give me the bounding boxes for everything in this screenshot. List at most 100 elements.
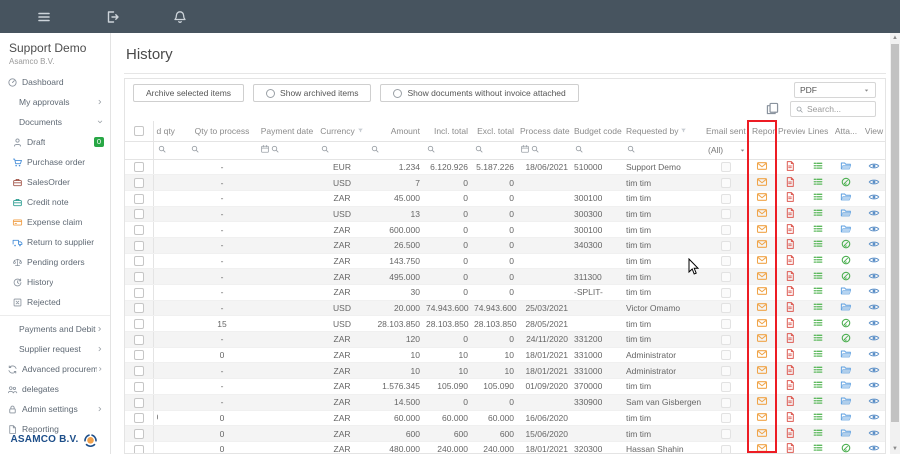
folder-icon[interactable] [840,395,852,407]
row-checkbox[interactable] [134,350,144,360]
table-row[interactable]: -ZAR3000-SPLIT-tim tim [125,285,886,301]
column-header-email_sent[interactable]: Email sent [703,121,749,141]
email-sent-checkbox[interactable] [721,413,731,423]
table-row[interactable]: 0ZAR480.000240.000240.00018/01/202132030… [125,441,886,454]
lines-list-icon[interactable] [812,285,824,297]
pdf-file-icon[interactable] [784,332,796,344]
pdf-file-icon[interactable] [784,191,796,203]
lines-list-icon[interactable] [812,254,824,266]
sidebar-item-return-to-supplier[interactable]: Return to supplier [0,232,110,252]
eye-icon[interactable] [868,207,880,219]
scrollbar-thumb[interactable] [891,44,899,422]
sidebar-item-my-approvals[interactable]: My approvals [0,92,110,112]
email-sent-checkbox[interactable] [721,288,731,298]
column-header-d_qty[interactable]: d qty [153,121,187,141]
column-header-incl_total[interactable]: Incl. total [423,121,471,141]
eye-icon[interactable] [868,395,880,407]
email-sent-checkbox[interactable] [721,256,731,266]
email-sent-checkbox[interactable] [721,241,731,251]
filter-cell-payment_date[interactable] [257,141,317,159]
lines-list-icon[interactable] [812,191,824,203]
lines-list-icon[interactable] [812,364,824,376]
column-header-view[interactable]: View [861,121,886,141]
export-format-select[interactable]: PDF [794,82,876,98]
email-sent-checkbox[interactable] [721,350,731,360]
email-sent-checkbox[interactable] [721,194,731,204]
email-sent-checkbox[interactable] [721,272,731,282]
envelope-icon[interactable] [756,160,768,172]
sidebar-item-dashboard[interactable]: Dashboard [0,72,110,92]
row-checkbox[interactable] [134,178,144,188]
row-checkbox[interactable] [134,382,144,392]
menu-icon[interactable] [36,9,52,25]
folder-icon[interactable] [840,364,852,376]
table-row[interactable]: -ZAR1.576.345105.090105.09001/09/2020370… [125,379,886,395]
lines-list-icon[interactable] [812,427,824,439]
pdf-file-icon[interactable] [784,442,796,454]
show-without-invoice-radio[interactable] [393,89,402,98]
row-checkbox[interactable] [134,241,144,251]
envelope-icon[interactable] [756,332,768,344]
eye-icon[interactable] [868,364,880,376]
table-row[interactable]: -ZAR495.00000311300tim tim [125,269,886,285]
email-sent-checkbox[interactable] [721,303,731,313]
filter-cell-process_date[interactable] [517,141,571,159]
filter-cell-incl_total[interactable] [423,141,471,159]
notifications-bell-icon[interactable] [172,9,188,25]
folder-icon[interactable] [840,285,852,297]
row-checkbox[interactable] [134,225,144,235]
envelope-icon[interactable] [756,348,768,360]
sidebar-item-salesorder[interactable]: SalesOrder [0,172,110,192]
envelope-icon[interactable] [756,427,768,439]
sidebar-item-supplier-request[interactable]: Supplier request [0,339,110,359]
lines-list-icon[interactable] [812,442,824,454]
search-input[interactable] [807,104,871,114]
envelope-icon[interactable] [756,317,768,329]
email-sent-checkbox[interactable] [721,209,731,219]
sidebar-item-delegates[interactable]: delegates [0,379,110,399]
row-checkbox[interactable] [134,303,144,313]
filter-cell-budget_code[interactable] [571,141,623,159]
folder-icon[interactable] [840,207,852,219]
sidebar-item-payments-and-debits[interactable]: Payments and Debits [0,319,110,339]
table-row[interactable]: -ZAR10101018/01/2021331000Administrator [125,363,886,379]
folder-icon[interactable] [840,427,852,439]
table-row[interactable]: -USD20.00074.943.60074.943.60025/03/2021… [125,300,886,316]
email-sent-checkbox[interactable] [721,429,731,439]
email-sent-filter[interactable]: (All) [706,145,746,155]
table-row[interactable]: -ZAR1200024/11/2020331200tim tim [125,332,886,348]
eye-icon[interactable] [868,223,880,235]
paperclip-icon[interactable] [840,317,852,329]
envelope-icon[interactable] [756,411,768,423]
envelope-icon[interactable] [756,270,768,282]
show-archived-button[interactable]: Show archived items [253,84,371,102]
pdf-file-icon[interactable] [784,238,796,250]
eye-icon[interactable] [868,442,880,454]
pdf-file-icon[interactable] [784,411,796,423]
filter-cell-currency[interactable] [317,141,367,159]
sidebar-item-expense-claim[interactable]: Expense claim [0,212,110,232]
row-checkbox[interactable] [134,445,144,454]
column-header-process_date[interactable]: Process date [517,121,571,141]
lines-list-icon[interactable] [812,411,824,423]
column-header-lines[interactable]: Lines [805,121,831,141]
email-sent-checkbox[interactable] [721,398,731,408]
pdf-file-icon[interactable] [784,285,796,297]
column-header-select[interactable] [125,121,153,141]
eye-icon[interactable] [868,301,880,313]
paperclip-icon[interactable] [840,254,852,266]
table-row[interactable]: 15USD28.103.85028.103.85028.103.85028/05… [125,316,886,332]
column-header-excl_total[interactable]: Excl. total [471,121,517,141]
eye-icon[interactable] [868,427,880,439]
table-row[interactable]: -ZAR45.00000300100tim tim [125,190,886,206]
column-header-budget_code[interactable]: Budget code [571,121,623,141]
row-checkbox[interactable] [134,288,144,298]
lines-list-icon[interactable] [812,223,824,235]
paperclip-icon[interactable] [840,238,852,250]
email-sent-checkbox[interactable] [721,445,731,454]
envelope-icon[interactable] [756,191,768,203]
paperclip-icon[interactable] [840,442,852,454]
vertical-scrollbar[interactable]: ▲ ▼ [890,33,900,454]
pdf-file-icon[interactable] [784,427,796,439]
row-checkbox[interactable] [134,209,144,219]
